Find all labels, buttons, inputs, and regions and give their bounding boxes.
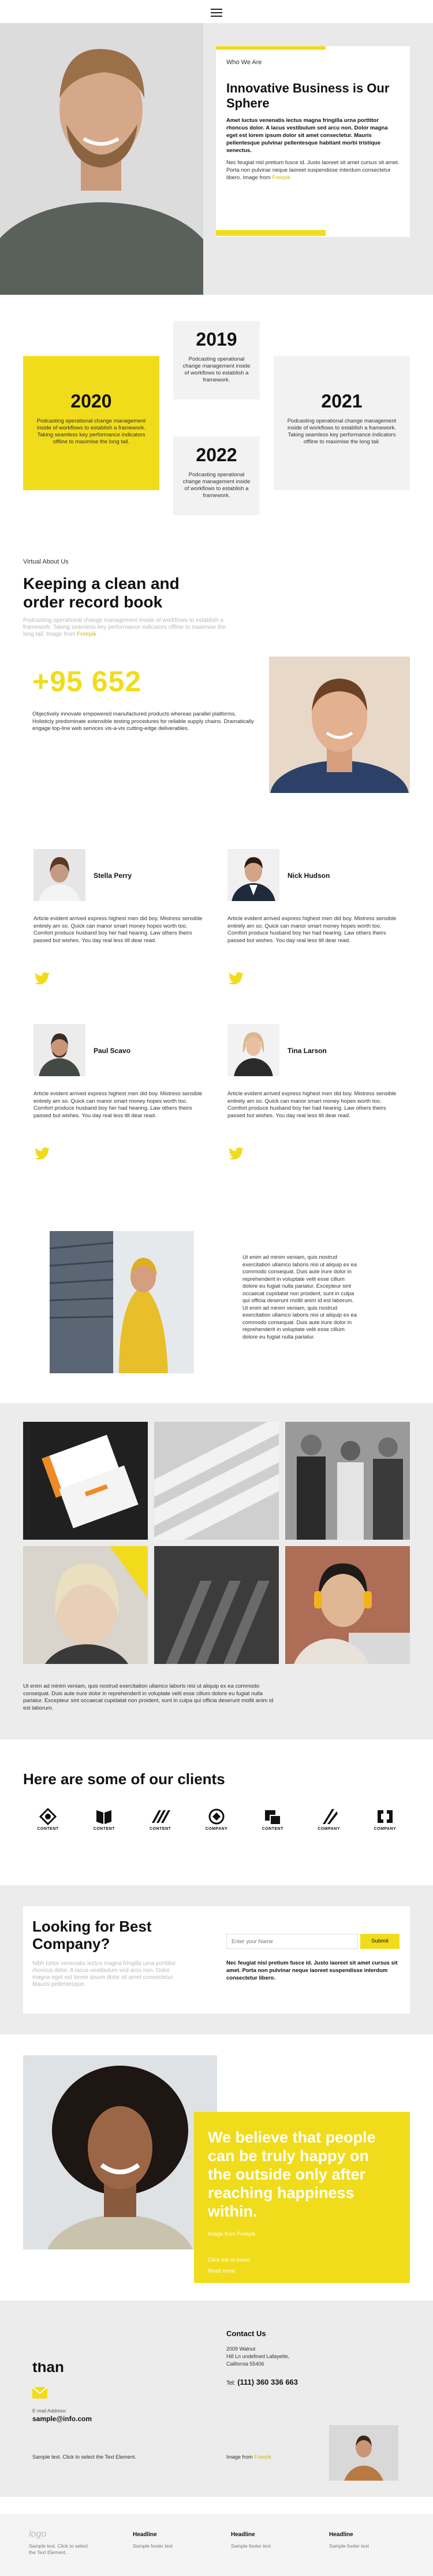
member-photo-paul-scavo: [33, 1024, 85, 1076]
client-logo[interactable]: COMPANY: [372, 1808, 398, 1831]
hero-freepik-link[interactable]: Freepik: [272, 175, 290, 181]
timeline-item-2022: 2022 Podcasting operational change manag…: [173, 436, 260, 515]
gallery-image-woman: [23, 1546, 148, 1664]
timeline-item-2021: 2021 Podcasting operational change manag…: [274, 356, 410, 490]
hero-title: Innovative Business is Our Sphere: [226, 81, 390, 110]
timeline-year: 2021: [321, 391, 363, 412]
member-text: Article evident arrived express highest …: [33, 916, 203, 944]
submit-button[interactable]: Submit: [360, 1934, 400, 1949]
contact-address: 2009 Walnut Hill Ln undefined Lafayette, C…: [226, 2346, 290, 2367]
timeline-year: 2020: [70, 391, 112, 412]
timeline-year: 2019: [196, 329, 237, 350]
member-name: Paul Scavo: [94, 1047, 131, 1055]
member-name: Stella Perry: [94, 872, 132, 880]
client-logo[interactable]: COMPANY: [316, 1808, 342, 1831]
quote-text: We believe that people can be truly happ…: [208, 2129, 376, 2220]
footer-column: Headline Sample footer text: [329, 2531, 369, 2549]
member-photo-nick-hudson: [227, 849, 279, 901]
member-text: Article evident arrived express highest …: [227, 916, 397, 944]
hero-bold-text: Amet luctus venenatis lectus magna fring…: [226, 117, 388, 154]
contact-photo: [329, 2425, 398, 2481]
gallery-image-headphones: [285, 1546, 410, 1664]
member-photo-tina-larson: [227, 1024, 279, 1076]
records-title: Keeping a clean and order record book: [23, 574, 180, 611]
quote-small-text: Click me to insert: [208, 2257, 250, 2263]
contact-cut-title: than: [32, 2363, 64, 2374]
client-logo[interactable]: CONTENT: [91, 1808, 117, 1831]
hero-small-text: Nec feugiat nisl pretium fusce id. Justo…: [226, 160, 400, 181]
contact-phone[interactable]: Tel: (111) 360 336 663: [226, 2378, 298, 2386]
hero-tag: Who We Are: [226, 59, 262, 66]
member-photo-stella-perry: [33, 849, 85, 901]
feature-photo: [50, 1231, 194, 1373]
hero-top-line: [216, 46, 326, 50]
gallery-caption: Ut enim ad minim veniam, quis nostrud ex…: [23, 1683, 274, 1711]
timeline-text: Podcasting operational change management…: [287, 418, 397, 445]
records-tag: Virtual About Us: [23, 558, 69, 565]
member-name: Nick Hudson: [288, 872, 330, 880]
footer-logo[interactable]: logo: [29, 2529, 46, 2540]
quote-photo: [23, 2055, 217, 2249]
contact-freepik-link[interactable]: Freepik: [254, 2454, 271, 2460]
timeline-text: Podcasting operational change management…: [182, 356, 251, 383]
hero-underline: [216, 230, 326, 236]
timeline-text: Podcasting operational change management…: [182, 472, 251, 499]
twitter-icon[interactable]: [229, 1147, 244, 1160]
email-label: E-mail Address:: [32, 2408, 67, 2414]
clients-logos: CONTENT CONTENT CONTENT COMPANY CONTENT …: [35, 1808, 398, 1831]
footer-column: Headline Sample footer text: [231, 2531, 271, 2549]
client-logo[interactable]: CONTENT: [147, 1808, 174, 1831]
gallery-image-cards: [23, 1422, 148, 1540]
timeline-year: 2022: [196, 444, 237, 465]
quote-image-link[interactable]: Image from Freepik: [208, 2231, 396, 2237]
hamburger-icon[interactable]: [210, 7, 223, 18]
envelope-icon: [32, 2387, 47, 2399]
hero-card: Who We Are Innovative Business is Our Sp…: [216, 46, 410, 237]
quote-card: We believe that people can be truly happ…: [194, 2112, 410, 2283]
client-logo[interactable]: COMPANY: [203, 1808, 230, 1831]
twitter-icon[interactable]: [35, 972, 50, 985]
subscribe-bold-text: Nec feugiat nisl pretium fusce id. Justo…: [226, 1960, 398, 1981]
contact-image-from: Image from Freepik: [226, 2454, 272, 2460]
records-freepik-link[interactable]: Freepik: [77, 631, 96, 637]
footer-logo-text: Sample text. Click to select the Text El…: [29, 2543, 88, 2555]
clients-title: Here are some of our clients: [23, 1770, 225, 1788]
gallery-image-people: [285, 1422, 410, 1540]
client-logo[interactable]: CONTENT: [259, 1808, 286, 1831]
timeline-item-2020: 2020 Podcasting operational change manag…: [23, 356, 159, 490]
page: Who We Are Innovative Business is Our Sp…: [0, 0, 433, 2576]
feature-text: Ut enim ad minim veniam, quis nostrud ex…: [242, 1254, 357, 1340]
member-text: Article evident arrived express highest …: [33, 1091, 203, 1119]
gallery-image-architecture: [154, 1422, 279, 1540]
contact-sample-text: Sample text. Click to select the Text El…: [32, 2454, 136, 2460]
twitter-icon[interactable]: [229, 972, 244, 985]
subscribe-faint-text: Nibh tortor venenatis lectus magna fring…: [32, 1960, 176, 1988]
timeline-text: Podcasting operational change management…: [36, 418, 146, 445]
subscribe-title: Looking for Best Company?: [32, 1918, 152, 1952]
records-body: Objectively innovate empowered manufactu…: [32, 711, 254, 732]
client-logo[interactable]: CONTENT: [35, 1808, 61, 1831]
timeline-item-2019: 2019 Podcasting operational change manag…: [173, 321, 260, 399]
gallery-image-shadows: [154, 1546, 279, 1664]
records-number: +95 652: [32, 665, 142, 698]
records-faint-text: Podcasting operational change management…: [23, 617, 226, 637]
member-text: Article evident arrived express highest …: [227, 1091, 397, 1119]
twitter-icon[interactable]: [35, 1147, 50, 1160]
contact-title: Contact Us: [226, 2329, 266, 2338]
footer-column: Headline Sample footer text: [133, 2531, 173, 2549]
name-input[interactable]: [226, 1934, 358, 1949]
email-value[interactable]: sample@info.com: [32, 2415, 92, 2423]
records-photo: [269, 657, 410, 793]
hero-photo: [0, 23, 203, 295]
quote-read-more-link[interactable]: Read more: [208, 2268, 396, 2274]
member-name: Tina Larson: [288, 1047, 327, 1055]
